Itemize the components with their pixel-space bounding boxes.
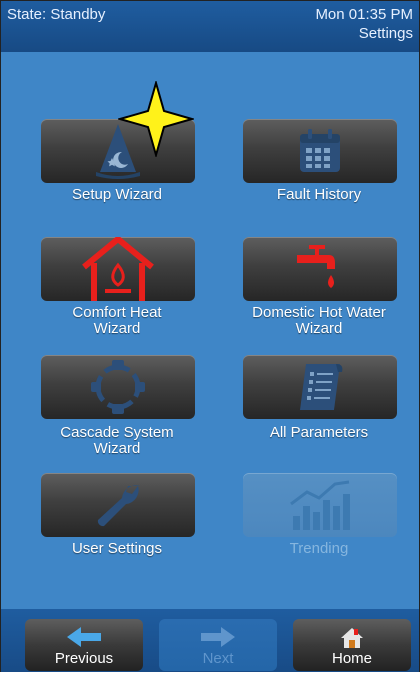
cascade-label-line2: Wizard [93,440,141,457]
dhw-label-line2: Wizard [295,320,343,337]
domestic-hot-water-wizard-button[interactable] [243,237,397,301]
domestic-hot-water-wizard-label: Domestic Hot Water Wizard [224,305,414,337]
house-flame-icon [82,237,154,301]
state-text: State: Standby [7,6,106,23]
trend-chart-icon [290,480,350,530]
fault-history-button[interactable] [243,119,397,183]
next-button[interactable]: Next [159,619,277,671]
home-button[interactable]: Home [293,619,411,671]
comfort-heat-label-line1: Comfort Heat [72,304,162,321]
faucet-icon [297,245,335,288]
dhw-label-line1: Domestic Hot Water [252,304,386,321]
setup-wizard-label: Setup Wizard [71,186,163,203]
previous-button[interactable]: Previous [25,619,143,671]
arrow-left-icon [67,627,101,647]
star-cursor-icon [118,81,194,157]
calendar-icon [300,129,340,172]
arrow-right-icon [201,627,235,647]
comfort-heat-label-line2: Wizard [93,320,141,337]
trending-label: Trending [289,540,349,557]
cascade-system-wizard-button[interactable] [41,355,195,419]
previous-label: Previous [54,650,114,667]
fault-history-label: Fault History [276,186,362,203]
status-header: State: Standby Mon 01:35 PM Settings [1,1,419,52]
document-list-icon [300,364,343,410]
all-parameters-label: All Parameters [269,424,369,441]
trending-button[interactable] [243,473,397,537]
next-label: Next [202,650,234,667]
page-title: Settings [358,25,413,42]
cascade-system-wizard-label: Cascade System Wizard [22,425,212,457]
home-label: Home [331,650,372,667]
all-parameters-button[interactable] [243,355,397,419]
settings-screen: State: Standby Mon 01:35 PM Settings Set… [0,0,420,672]
comfort-heat-wizard-button[interactable] [41,237,195,301]
home-icon [341,628,363,648]
navigation-bar: Previous Next Home [1,609,419,672]
cascade-label-line1: Cascade System [60,424,174,441]
wrench-icon [97,485,140,527]
user-settings-label: User Settings [71,540,163,557]
comfort-heat-wizard-label: Comfort Heat Wizard [22,305,212,337]
user-settings-button[interactable] [41,473,195,537]
cascade-ring-icon [91,360,145,414]
clock-text: Mon 01:35 PM [315,6,413,23]
